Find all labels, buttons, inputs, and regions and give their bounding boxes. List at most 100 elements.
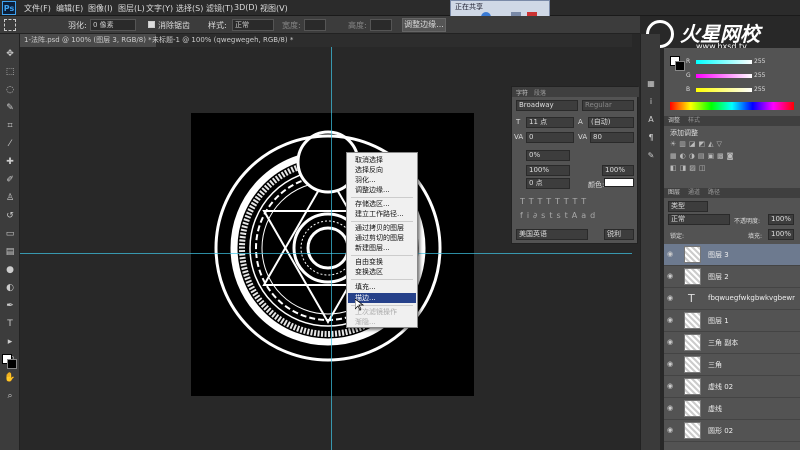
menu-view[interactable]: 视图(V) [260,3,288,14]
menu-file[interactable]: 文件(F) [24,3,51,14]
menu-item-fill[interactable]: 填充... [355,282,376,292]
menu-item-deselect[interactable]: 取消选择 [355,155,383,165]
tab-adjustments[interactable]: 调整 [668,116,680,126]
width-input[interactable] [304,19,326,31]
b-slider[interactable] [696,88,752,92]
opentype-buttons[interactable]: fi∂ststAad [520,211,636,221]
antialias-select[interactable]: 锐利 [604,229,634,240]
eye-icon[interactable]: ◉ [667,404,677,412]
g-slider[interactable] [696,74,752,78]
g-value[interactable]: 255 [754,72,765,80]
healing-tool-icon[interactable]: ✚ [4,156,16,168]
layer-row[interactable]: ◉ 圆形 02 [664,420,800,442]
brush-panel-icon[interactable]: ✎ [645,150,657,162]
font-size-input[interactable]: 11 点 [526,117,574,128]
b-value[interactable]: 255 [754,86,765,94]
dodge-tool-icon[interactable]: ◐ [4,282,16,294]
vertical-guide[interactable] [331,47,332,450]
tab-styles[interactable]: 样式 [688,116,700,126]
history-brush-icon[interactable]: ↺ [4,210,16,222]
layer-row[interactable]: ◉ 虚线 [664,398,800,420]
tab-layers[interactable]: 图层 [668,188,680,198]
layer-row[interactable]: ◉ 图层 1 [664,310,800,332]
eye-icon[interactable]: ◉ [667,316,677,324]
bg-color-swatch[interactable] [675,61,685,71]
adjustment-icons-row2[interactable]: ▦◐◑▤▣▩◙ [670,152,794,160]
horizontal-guide[interactable] [20,253,632,254]
menu-item-transform-selection[interactable]: 变换选区 [355,267,383,277]
zoom-tool-icon[interactable]: ⌕ [4,390,16,402]
adjustment-icons-row3[interactable]: ◧◨▨◫ [670,164,794,172]
menu-image[interactable]: 图像(I) [88,3,113,14]
background-color-swatch[interactable] [7,359,17,369]
layer-row[interactable]: ◉ 图层 2 [664,266,800,288]
eye-icon[interactable]: ◉ [667,382,677,390]
tracking-input[interactable]: 80 [590,132,634,143]
menu-item-layer-via-copy[interactable]: 通过拷贝的图层 [355,223,404,233]
move-tool-icon[interactable]: ✥ [4,48,16,60]
tab-document-1[interactable]: 1-法阵.psd @ 100% (图层 3, RGB/8) * [20,34,156,47]
font-family-select[interactable]: Broadway [516,100,578,111]
menu-select[interactable]: 选择(S) [176,3,203,14]
path-select-tool-icon[interactable]: ▸ [4,336,16,348]
baseline-shift-input[interactable]: 0 点 [526,178,570,189]
layer-row[interactable]: ◉ 三角 副本 [664,332,800,354]
fill-input[interactable]: 100% [768,229,794,240]
eyedropper-tool-icon[interactable]: ⁄ [4,138,16,150]
menu-item-refine-edge[interactable]: 调整边缘... [355,185,390,195]
font-style-select[interactable]: Regular [582,100,634,111]
refine-edge-button[interactable]: 调整边缘... [402,18,446,32]
leading-input[interactable]: (自动) [588,117,634,128]
menu-item-free-transform[interactable]: 自由变换 [355,257,383,267]
eye-icon[interactable]: ◉ [667,250,677,258]
info-panel-icon[interactable]: i [645,96,657,108]
opacity-input[interactable]: 100% [768,214,794,225]
text-style-buttons[interactable]: TTTTTTTT [520,197,636,207]
eye-icon[interactable]: ◉ [667,360,677,368]
height-input[interactable] [370,19,392,31]
menu-item-new-layer[interactable]: 新建图层... [355,243,390,253]
eye-icon[interactable]: ◉ [667,294,677,302]
style-select[interactable]: 正常 [232,19,274,31]
menu-edit[interactable]: 编辑(E) [56,3,83,14]
horizontal-scale-input[interactable]: 100% [602,165,634,176]
tab-paragraph[interactable]: 段落 [534,88,546,97]
menu-item-inverse[interactable]: 选择反向 [355,165,383,175]
r-value[interactable]: 255 [754,58,765,66]
tab-document-2[interactable]: 未标题-1 @ 100% (qwegwegeh, RGB/8) * [148,34,297,47]
stamp-tool-icon[interactable]: ♙ [4,192,16,204]
pen-tool-icon[interactable]: ✒ [4,300,16,312]
adjustment-icons-row1[interactable]: ☀▥◪◩◭▽ [670,140,794,148]
character-panel-icon[interactable]: A [645,114,657,126]
quick-select-tool-icon[interactable]: ✎ [4,102,16,114]
scale-percent-input[interactable]: 0% [526,150,570,161]
layer-row[interactable]: ◉ 图层 3 [664,244,800,266]
hand-tool-icon[interactable]: ✋ [4,372,16,384]
layer-row[interactable]: ◉ 虚线 02 [664,376,800,398]
tab-paths[interactable]: 路径 [708,188,720,198]
layer-kind-filter[interactable]: 类型 [668,201,708,212]
history-panel-icon[interactable]: ▦ [645,78,657,90]
type-tool-icon[interactable]: T [4,318,16,330]
tab-channels[interactable]: 通道 [688,188,700,198]
menu-item-layer-via-cut[interactable]: 通过剪切的图层 [355,233,404,243]
blur-tool-icon[interactable]: ● [4,264,16,276]
eye-icon[interactable]: ◉ [667,272,677,280]
menu-item-make-work-path[interactable]: 建立工作路径... [355,209,404,219]
antialias-checkbox[interactable] [148,21,155,28]
marquee-tool-icon[interactable] [4,19,16,31]
text-color-swatch[interactable] [604,178,634,187]
menu-3d[interactable]: 3D(D) [234,3,258,12]
lasso-tool-icon[interactable]: ◌ [4,84,16,96]
brush-tool-icon[interactable]: ✐ [4,174,16,186]
layer-row[interactable]: ◉ Tfbqwuegfwkgbwkvgbewr [664,288,800,310]
marquee-tool-icon[interactable]: ⬚ [4,66,16,78]
menu-type[interactable]: 文字(Y) [146,3,173,14]
blend-mode-select[interactable]: 正常 [668,214,730,225]
r-slider[interactable] [696,60,752,64]
tab-character[interactable]: 字符 [516,88,528,97]
feather-input[interactable]: 0 像素 [90,19,136,31]
language-select[interactable]: 美国英语 [516,229,588,240]
gradient-tool-icon[interactable]: ▤ [4,246,16,258]
color-spectrum-bar[interactable] [670,102,794,110]
